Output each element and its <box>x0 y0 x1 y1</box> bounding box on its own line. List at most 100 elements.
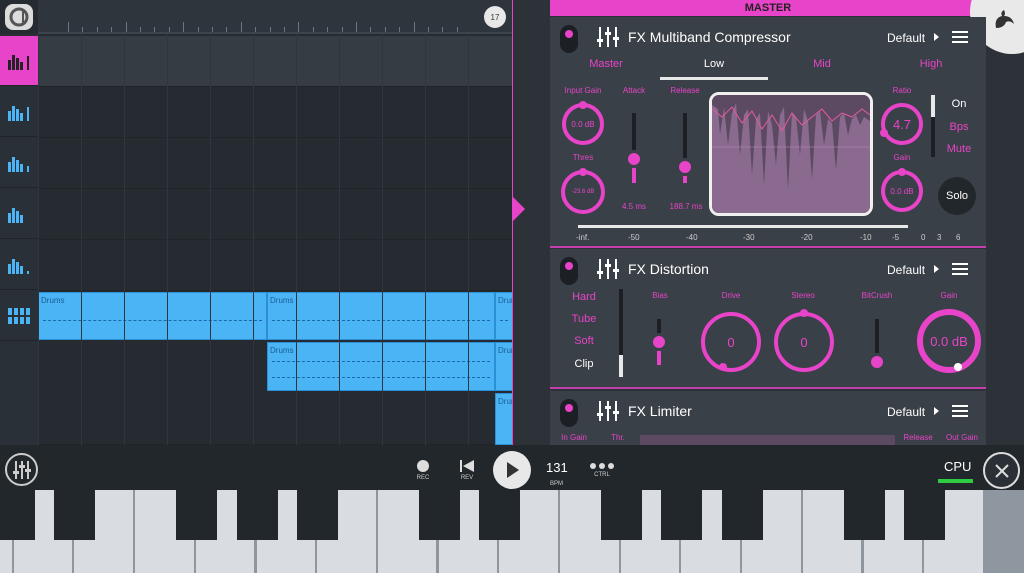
controls-button[interactable]: CTRL <box>589 463 615 478</box>
timeline-tick <box>96 27 98 32</box>
hamburger-menu-icon[interactable] <box>952 31 968 44</box>
piano-black-key[interactable] <box>54 490 96 540</box>
dist-gain-knob[interactable]: 0.0 dB <box>917 309 981 373</box>
pattern-clip[interactable]: Drums <box>495 342 513 391</box>
mixer-sliders-icon[interactable] <box>597 401 619 421</box>
track-head-6[interactable] <box>0 291 38 341</box>
track-head-4[interactable] <box>0 189 38 239</box>
piano-black-key[interactable] <box>904 490 946 540</box>
piano-black-key[interactable] <box>479 490 521 540</box>
pattern-clip[interactable]: Drums <box>267 342 495 391</box>
piano-black-key[interactable] <box>418 490 460 540</box>
mode-hard[interactable]: Hard <box>564 291 604 303</box>
step-sequencer-icon <box>8 307 30 324</box>
db-scale-label: -10 <box>860 233 872 242</box>
tab-low[interactable]: Low <box>674 58 754 70</box>
fx-enable-toggle[interactable] <box>560 257 578 285</box>
bias-slider-thumb[interactable] <box>650 333 668 351</box>
mode-clip[interactable]: Clip <box>564 358 604 370</box>
pattern-clip[interactable]: Drums <box>495 292 513 340</box>
track-lane-4[interactable] <box>38 189 513 240</box>
record-label: REC <box>416 475 430 481</box>
play-button[interactable] <box>493 451 531 489</box>
tempo-label: BPM <box>550 481 564 487</box>
rewind-button[interactable]: REV <box>457 460 477 481</box>
stereo-knob[interactable]: 0 <box>774 312 834 372</box>
drive-knob[interactable]: 0 <box>701 312 761 372</box>
app-logo[interactable] <box>5 4 33 30</box>
piano-black-key[interactable] <box>0 490 35 540</box>
transport-bar: REC REV 131 BPM CTRL CPU <box>0 445 1024 490</box>
tab-high[interactable]: High <box>891 58 971 70</box>
input-gain-knob[interactable]: 0.0 dB <box>562 103 604 145</box>
piano-black-key[interactable] <box>236 490 278 540</box>
tab-mid[interactable]: Mid <box>782 58 862 70</box>
attack-slider[interactable] <box>625 113 643 183</box>
mode-tube[interactable]: Tube <box>564 313 604 325</box>
piano-black-key[interactable] <box>175 490 217 540</box>
piano-black-key[interactable] <box>297 490 339 540</box>
bias-slider[interactable] <box>650 319 668 365</box>
tab-master[interactable]: Master <box>566 58 646 70</box>
track-lane-2[interactable] <box>38 87 513 138</box>
track-lane-1[interactable] <box>38 36 513 87</box>
pattern-clip[interactable]: Drums <box>495 393 513 445</box>
dist-gain-label: Gain <box>940 291 958 300</box>
piano-black-key[interactable] <box>661 490 703 540</box>
timeline-tick <box>341 27 343 32</box>
release-slider[interactable] <box>676 113 694 183</box>
track-head-2[interactable] <box>0 87 38 137</box>
hamburger-menu-icon[interactable] <box>952 263 968 276</box>
release-slider-thumb[interactable] <box>676 158 694 176</box>
fx-enable-toggle[interactable] <box>560 399 578 427</box>
mixer-sliders-icon[interactable] <box>597 259 619 279</box>
track-head-1[interactable] <box>0 36 38 86</box>
preset-next-icon[interactable] <box>934 407 939 415</box>
mixer-sliders-icon <box>12 460 31 479</box>
pattern-clip[interactable]: Drums <box>38 292 267 340</box>
close-button[interactable] <box>983 452 1020 489</box>
threshold-knob[interactable]: -23.6 dB <box>561 170 605 214</box>
track-head-5[interactable] <box>0 240 38 290</box>
gain-knob[interactable]: 0.0 dB <box>881 170 923 212</box>
piano-keyboard[interactable] <box>0 490 1024 573</box>
record-button[interactable]: REC <box>413 460 433 481</box>
track-lane-5[interactable] <box>38 240 513 291</box>
track-head-3[interactable] <box>0 138 38 188</box>
preset-selector[interactable]: Default <box>887 31 925 45</box>
mixer-channel-title: MASTER <box>550 0 986 16</box>
mixer-sliders-icon[interactable] <box>597 27 619 47</box>
bitcrush-slider-thumb[interactable] <box>868 353 886 371</box>
preset-next-icon[interactable] <box>934 33 939 41</box>
mode-soft[interactable]: Soft <box>564 335 604 347</box>
ratio-knob[interactable]: 4.7 <box>881 103 923 145</box>
solo-button[interactable]: Solo <box>938 177 976 215</box>
bitcrush-slider[interactable] <box>868 319 886 371</box>
mixer-button[interactable] <box>5 453 38 486</box>
piano-black-key[interactable] <box>843 490 885 540</box>
pattern-clip[interactable]: Drums <box>267 292 495 340</box>
tempo-value[interactable]: 131 <box>546 460 568 475</box>
track-lane-3[interactable] <box>38 138 513 189</box>
piano-black-key[interactable] <box>722 490 764 540</box>
clip-notes <box>272 320 490 321</box>
timeline-ruler[interactable] <box>38 0 513 34</box>
grid-line <box>38 34 39 445</box>
attack-slider-thumb[interactable] <box>625 150 643 168</box>
panel-collapse-arrow-icon[interactable] <box>513 197 525 221</box>
band-on-option[interactable]: On <box>942 98 976 110</box>
timeline-tick <box>384 27 386 32</box>
hamburger-menu-icon[interactable] <box>952 405 968 418</box>
timeline-tick <box>370 27 372 32</box>
preset-selector[interactable]: Default <box>887 405 925 419</box>
audio-levels-icon <box>8 54 29 70</box>
clip-notes <box>272 361 490 362</box>
preset-next-icon[interactable] <box>934 265 939 273</box>
band-mute-option[interactable]: Mute <box>942 143 976 155</box>
preset-selector[interactable]: Default <box>887 263 925 277</box>
fx-enable-toggle[interactable] <box>560 25 578 53</box>
fx-header: FX Distortion Default <box>550 249 986 285</box>
current-bar-badge[interactable]: 17 <box>484 6 506 28</box>
band-bypass-option[interactable]: Bps <box>942 121 976 133</box>
piano-black-key[interactable] <box>600 490 642 540</box>
